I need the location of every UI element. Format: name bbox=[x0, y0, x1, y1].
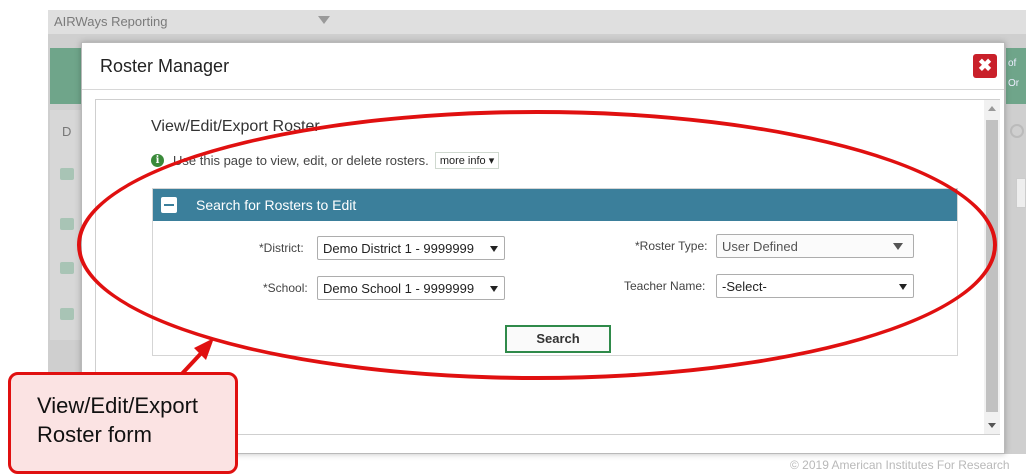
background-people-icon bbox=[60, 218, 74, 230]
chevron-down-icon bbox=[490, 246, 498, 252]
close-icon[interactable]: ✖ bbox=[973, 54, 997, 78]
scroll-up-icon[interactable] bbox=[988, 106, 996, 111]
teacher-name-label: Teacher Name: bbox=[624, 279, 706, 293]
teacher-name-value: -Select- bbox=[722, 279, 767, 294]
school-label: *School: bbox=[263, 281, 308, 295]
background-search-icon bbox=[1010, 124, 1024, 138]
info-row: i Use this page to view, edit, or delete… bbox=[151, 152, 500, 169]
callout-box: View/Edit/Export Roster form bbox=[8, 372, 238, 474]
school-value: Demo School 1 - 9999999 bbox=[323, 281, 475, 296]
background-side-letter: D bbox=[62, 124, 72, 139]
footer-copyright: © 2019 American Institutes For Research bbox=[790, 458, 1010, 472]
collapse-minus-icon[interactable] bbox=[161, 197, 177, 213]
background-topbar bbox=[48, 10, 1026, 34]
callout-line-1: View/Edit/Export bbox=[37, 393, 199, 418]
app-title: AIRWays Reporting bbox=[54, 14, 168, 29]
info-text: Use this page to view, edit, or delete r… bbox=[173, 153, 429, 168]
school-select[interactable]: Demo School 1 - 9999999 bbox=[317, 276, 505, 300]
modal-scrollbar[interactable] bbox=[984, 100, 1000, 434]
modal-title: Roster Manager bbox=[100, 56, 230, 76]
background-group-icon bbox=[60, 262, 74, 274]
background-right-banner: of Or bbox=[1006, 48, 1026, 104]
callout-line-2: Roster form bbox=[37, 422, 152, 447]
search-button[interactable]: Search bbox=[505, 325, 611, 353]
info-icon: i bbox=[151, 154, 164, 167]
search-rosters-panel: Search for Rosters to Edit *District: De… bbox=[152, 188, 958, 356]
scroll-down-icon[interactable] bbox=[988, 423, 996, 428]
roster-type-select[interactable]: User Defined bbox=[716, 234, 914, 258]
section-title: View/Edit/Export Roster bbox=[151, 118, 320, 135]
background-right-box bbox=[1016, 178, 1026, 208]
background-doc-icon bbox=[60, 308, 74, 320]
more-info-button[interactable]: more info ▾ bbox=[434, 152, 500, 169]
modal-divider bbox=[82, 89, 1004, 90]
chevron-down-icon bbox=[899, 284, 907, 290]
background-report-icon bbox=[50, 48, 84, 104]
district-select[interactable]: Demo District 1 - 9999999 bbox=[317, 236, 505, 260]
teacher-name-select[interactable]: -Select- bbox=[716, 274, 914, 298]
scroll-thumb[interactable] bbox=[986, 120, 998, 412]
district-label: *District: bbox=[259, 241, 304, 255]
app-menu-caret-icon[interactable] bbox=[318, 16, 330, 24]
district-value: Demo District 1 - 9999999 bbox=[323, 241, 475, 256]
roster-type-value: User Defined bbox=[722, 239, 798, 254]
chevron-down-icon bbox=[893, 243, 903, 250]
roster-type-label: *Roster Type: bbox=[635, 239, 708, 253]
chevron-down-icon bbox=[490, 286, 498, 292]
search-rosters-header[interactable]: Search for Rosters to Edit bbox=[153, 189, 957, 221]
search-rosters-title: Search for Rosters to Edit bbox=[196, 197, 357, 213]
background-nav-icon bbox=[60, 168, 74, 180]
